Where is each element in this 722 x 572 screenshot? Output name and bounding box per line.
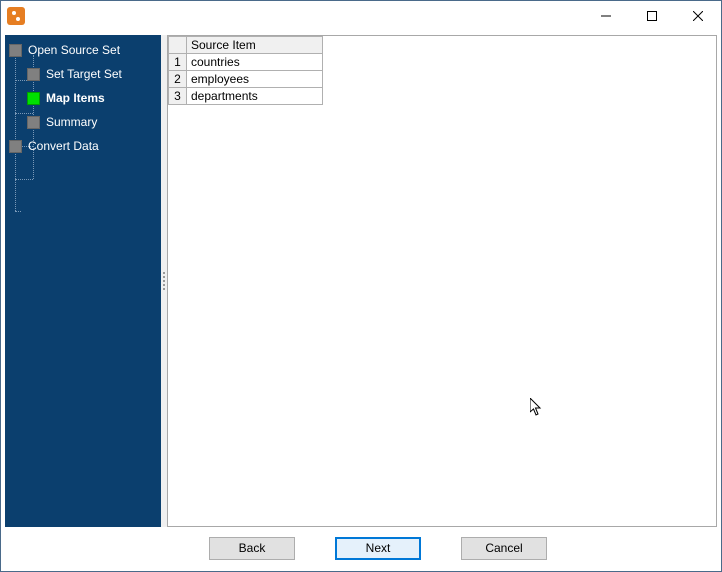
cell-source-item[interactable]: countries [187, 54, 323, 71]
back-button[interactable]: Back [209, 537, 295, 560]
column-header-source-item[interactable]: Source Item [187, 37, 323, 54]
table-corner [169, 37, 187, 54]
next-button[interactable]: Next [335, 537, 421, 560]
step-open-source-set[interactable]: Open Source Set [9, 43, 157, 57]
body-area: Open Source Set Set Target Set Map Items… [1, 31, 721, 531]
close-icon [693, 11, 703, 21]
content-panel: Source Item 1 countries 2 employees 3 de… [167, 35, 717, 527]
step-label: Convert Data [28, 139, 99, 153]
maximize-button[interactable] [629, 1, 675, 31]
source-items-table[interactable]: Source Item 1 countries 2 employees 3 de… [168, 36, 323, 105]
cancel-button[interactable]: Cancel [461, 537, 547, 560]
step-map-items[interactable]: Map Items [27, 91, 157, 105]
cursor-icon [530, 398, 546, 418]
step-node-icon [27, 68, 40, 81]
step-node-icon [27, 116, 40, 129]
table-row[interactable]: 2 employees [169, 71, 323, 88]
step-node-icon [27, 92, 40, 105]
titlebar [1, 1, 721, 31]
step-convert-data[interactable]: Convert Data [9, 139, 157, 153]
close-button[interactable] [675, 1, 721, 31]
wizard-window: Open Source Set Set Target Set Map Items… [0, 0, 722, 572]
cell-source-item[interactable]: employees [187, 71, 323, 88]
step-label: Map Items [46, 91, 105, 105]
minimize-button[interactable] [583, 1, 629, 31]
step-node-icon [9, 44, 22, 57]
wizard-steps-sidebar: Open Source Set Set Target Set Map Items… [5, 35, 161, 527]
row-number: 1 [169, 54, 187, 71]
maximize-icon [647, 11, 657, 21]
row-number: 3 [169, 88, 187, 105]
wizard-footer: Back Next Cancel [1, 531, 721, 571]
step-label: Set Target Set [46, 67, 122, 81]
table-row[interactable]: 1 countries [169, 54, 323, 71]
table-row[interactable]: 3 departments [169, 88, 323, 105]
step-label: Summary [46, 115, 97, 129]
step-label: Open Source Set [28, 43, 120, 57]
step-summary[interactable]: Summary [27, 115, 157, 129]
step-node-icon [9, 140, 22, 153]
app-icon [7, 7, 25, 25]
row-number: 2 [169, 71, 187, 88]
minimize-icon [601, 11, 611, 21]
splitter-grip-icon [163, 272, 165, 290]
cell-source-item[interactable]: departments [187, 88, 323, 105]
step-set-target-set[interactable]: Set Target Set [27, 67, 157, 81]
window-controls [583, 1, 721, 31]
